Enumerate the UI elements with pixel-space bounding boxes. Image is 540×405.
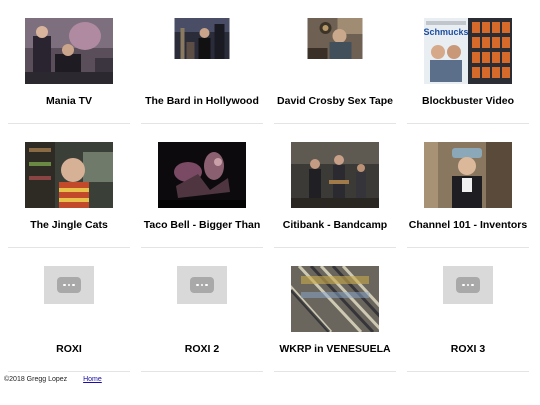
video-thumbnail-jingle-cats[interactable]: [25, 142, 113, 208]
card-divider: [141, 371, 263, 372]
video-card-jingle-cats[interactable]: The Jingle Cats: [8, 124, 130, 248]
video-thumbnail-wkrp[interactable]: [291, 266, 379, 332]
video-title[interactable]: ROXI: [2, 343, 136, 355]
video-title[interactable]: The Jingle Cats: [2, 219, 136, 231]
video-title[interactable]: WKRP in VENESUELA: [268, 343, 402, 355]
video-thumbnail-david-crosby[interactable]: [307, 18, 363, 59]
video-thumbnail-placeholder[interactable]: [443, 266, 493, 304]
card-divider: [8, 371, 130, 372]
video-card-mania-tv[interactable]: Mania TV: [8, 0, 130, 124]
video-title[interactable]: Taco Bell - Bigger Than: [135, 219, 269, 231]
video-thumbnail-citibank[interactable]: [291, 142, 379, 208]
more-icon: [190, 277, 214, 293]
video-thumbnail-taco-bell[interactable]: [158, 142, 246, 208]
video-title[interactable]: ROXI 3: [401, 343, 535, 355]
video-card-bard-hollywood[interactable]: The Bard in Hollywood: [141, 0, 263, 124]
video-card-roxi-3[interactable]: ROXI 3: [407, 248, 529, 372]
video-thumbnail-bard-hollywood[interactable]: [174, 18, 230, 59]
more-icon: [456, 277, 480, 293]
copyright-text: ©2018 Gregg Lopez: [4, 376, 68, 383]
page-footer: ©2018 Gregg Lopez Home: [4, 376, 102, 383]
video-title[interactable]: Channel 101 - Inventors: [401, 219, 535, 231]
video-title[interactable]: Blockbuster Video: [401, 95, 535, 107]
video-title[interactable]: David Crosby Sex Tape: [268, 95, 402, 107]
video-card-blockbuster[interactable]: Schmucks Blockbuster Video: [407, 0, 529, 124]
video-title[interactable]: Mania TV: [2, 95, 136, 107]
more-icon: [57, 277, 81, 293]
video-thumbnail-placeholder[interactable]: [44, 266, 94, 304]
video-card-wkrp[interactable]: WKRP in VENESUELA: [274, 248, 396, 372]
home-link[interactable]: Home: [83, 376, 102, 383]
video-thumbnail-mania-tv[interactable]: [25, 18, 113, 84]
video-title[interactable]: ROXI 2: [135, 343, 269, 355]
video-card-roxi-2[interactable]: ROXI 2: [141, 248, 263, 372]
video-title[interactable]: Citibank - Bandcamp: [268, 219, 402, 231]
video-card-citibank[interactable]: Citibank - Bandcamp: [274, 124, 396, 248]
video-card-roxi[interactable]: ROXI: [8, 248, 130, 372]
video-thumbnail-channel-101[interactable]: [424, 142, 512, 208]
video-thumbnail-placeholder[interactable]: [177, 266, 227, 304]
video-card-channel-101[interactable]: Channel 101 - Inventors: [407, 124, 529, 248]
video-thumbnail-blockbuster[interactable]: Schmucks: [424, 18, 512, 84]
video-card-taco-bell[interactable]: Taco Bell - Bigger Than: [141, 124, 263, 248]
poster-title-text: Schmucks: [424, 27, 469, 37]
card-divider: [407, 371, 529, 372]
card-divider: [274, 371, 396, 372]
video-title[interactable]: The Bard in Hollywood: [135, 95, 269, 107]
video-card-david-crosby[interactable]: David Crosby Sex Tape: [274, 0, 396, 124]
